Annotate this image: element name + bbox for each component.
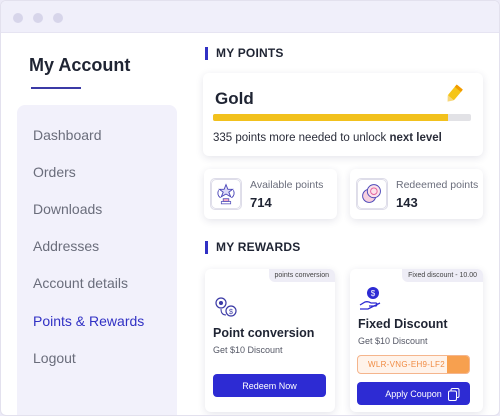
coins-icon (356, 178, 388, 210)
level-progress-bar (213, 114, 471, 121)
level-name: Gold (215, 89, 254, 108)
sidebar-item-dashboard[interactable]: Dashboard (33, 127, 102, 143)
apply-coupon-button[interactable]: Apply Coupon (357, 382, 470, 405)
sidebar-item-downloads[interactable]: Downloads (33, 201, 102, 217)
reward-title: Fixed Discount (358, 317, 448, 331)
hand-coin-icon: $ (359, 287, 381, 310)
trophy-icon (210, 178, 242, 210)
reward-card-point-conversion: points conversion $ Point conversion Get… (205, 269, 335, 412)
redeemed-points-value: 143 (396, 195, 418, 210)
level-card: Gold 335 points more needed to unlock ne… (203, 73, 483, 156)
pencil-icon (447, 84, 463, 102)
reward-tag: Fixed discount - 10.00 (402, 269, 483, 282)
redeemed-points-label: Redeemed points (396, 179, 479, 191)
sidebar-item-orders[interactable]: Orders (33, 164, 76, 180)
available-points-value: 714 (250, 195, 272, 210)
conversion-icon: $ (215, 297, 237, 317)
sidebar-item-addresses[interactable]: Addresses (33, 238, 99, 254)
copy-icon[interactable] (448, 388, 460, 401)
progress-note-text: 335 points more needed to unlock (213, 132, 390, 144)
window-dot (13, 13, 23, 23)
sidebar: Dashboard Orders Downloads Addresses Acc… (17, 105, 177, 415)
sidebar-item-logout[interactable]: Logout (33, 350, 76, 366)
reward-subtitle: Get $10 Discount (358, 336, 428, 346)
progress-note: 335 points more needed to unlock next le… (213, 132, 442, 144)
sidebar-item-points-rewards[interactable]: Points & Rewards (33, 313, 144, 329)
sidebar-item-account-details[interactable]: Account details (33, 275, 128, 291)
svg-text:$: $ (229, 309, 233, 316)
reward-title: Point conversion (213, 326, 315, 340)
reward-card-fixed-discount: Fixed discount - 10.00 $ Fixed Discount … (350, 269, 483, 412)
reward-subtitle: Get $10 Discount (213, 345, 283, 355)
coupon-code-field[interactable]: WLR-VNG-EH9-LF2 (357, 355, 470, 374)
window-titlebar (1, 1, 499, 33)
available-points-card: Available points 714 (204, 169, 337, 219)
window-dot (53, 13, 63, 23)
page-title: My Account (29, 55, 131, 75)
available-points-label: Available points (250, 179, 324, 191)
level-progress-fill (213, 114, 448, 121)
redeemed-points-card: Redeemed points 143 (350, 169, 483, 219)
coupon-tab (447, 356, 469, 373)
reward-tag: points conversion (268, 269, 335, 282)
window-dot (33, 13, 43, 23)
redeem-now-button[interactable]: Redeem Now (213, 374, 326, 397)
coupon-code: WLR-VNG-EH9-LF2 (368, 360, 445, 369)
progress-note-emphasis: next level (389, 132, 442, 144)
browser-window: My Account Dashboard Orders Downloads Ad… (0, 0, 500, 416)
title-underline (31, 87, 81, 89)
svg-text:$: $ (371, 289, 376, 298)
my-rewards-heading: MY REWARDS (205, 241, 300, 254)
apply-coupon-label: Apply Coupon (385, 388, 442, 399)
my-points-heading: MY POINTS (205, 47, 284, 60)
